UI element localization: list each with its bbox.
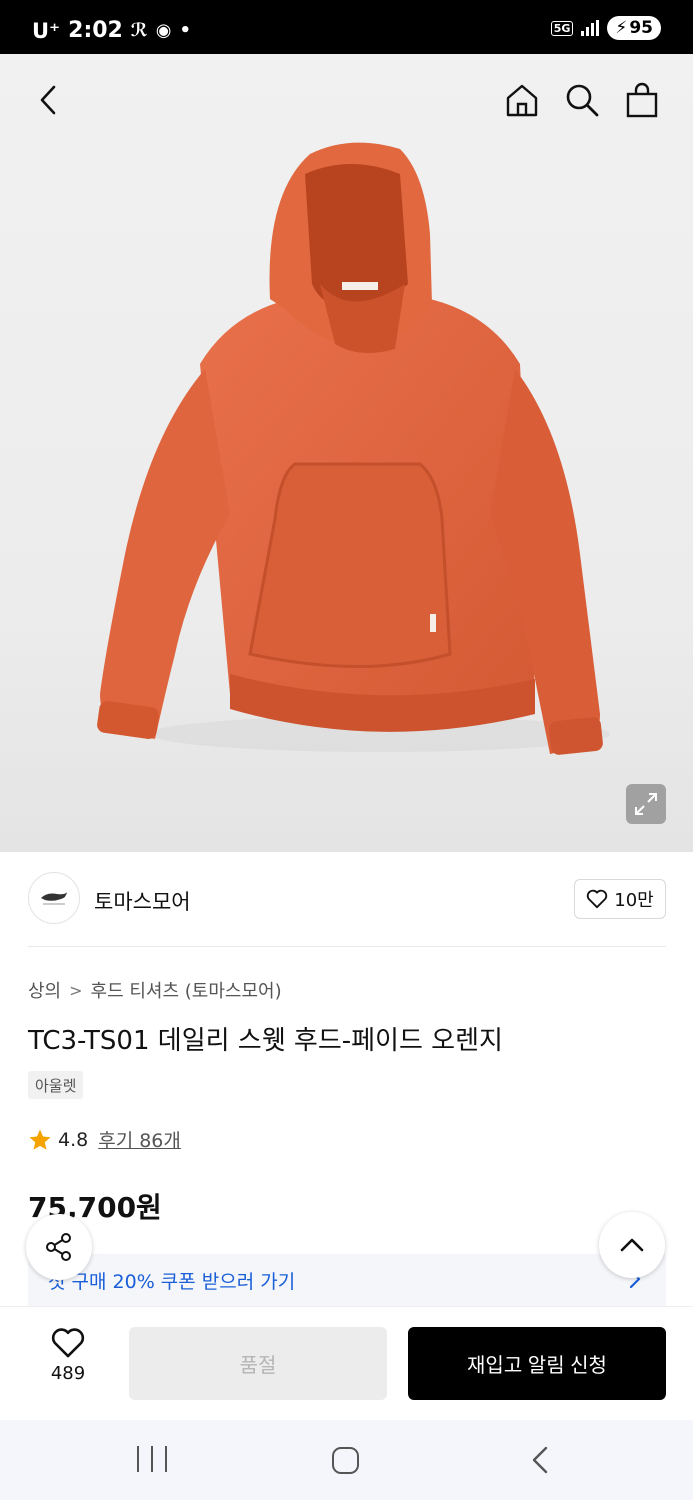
seller-row: 토마스모어 10만 [28,870,666,928]
divider [28,946,666,947]
breadcrumb-separator: > [69,980,83,1000]
search-icon [566,84,599,117]
recent-apps-button[interactable] [137,1446,167,1472]
rating-row: 4.8 후기 86개 [28,1126,181,1153]
clock: 2:02 [68,18,123,43]
rating-value: 4.8 [58,1128,89,1151]
heart-outline-icon [51,1328,85,1358]
breadcrumb-category[interactable]: 상의 [28,977,61,1003]
search-button[interactable] [560,78,604,122]
breadcrumb: 상의 > 후드 티셔츠 (토마스모어) [28,977,282,1003]
system-nav-bar [0,1420,693,1500]
coupon-banner[interactable]: 첫 구매 20% 쿠폰 받으러 가기 [28,1254,666,1306]
wishlist-button[interactable]: 489 [28,1327,108,1399]
app-notification-icon: ℛ [130,20,148,41]
carrier-label: U⁺ [32,18,61,43]
home-button[interactable] [500,78,544,122]
shopping-bag-icon [626,82,658,118]
bottom-action-bar: 489 품절 재입고 알림 신청 [0,1306,693,1420]
charging-icon: ⚡ [615,18,628,38]
top-nav [0,54,693,144]
share-icon [46,1233,71,1261]
hoodie-image [97,142,610,755]
wishlist-count: 489 [50,1363,86,1384]
bag-button[interactable] [620,78,664,122]
star-icon [29,1129,51,1150]
heart-outline-icon [587,889,608,909]
restock-alert-button[interactable]: 재입고 알림 신청 [408,1327,666,1400]
signal-icon [581,20,600,36]
back-button[interactable] [28,78,68,122]
battery-level: 95 [629,18,653,38]
scroll-top-button[interactable] [599,1212,665,1278]
product-image[interactable] [0,54,693,852]
system-back-icon[interactable] [528,1446,552,1474]
chevron-left-icon [40,85,56,115]
whale-logo-icon [41,892,67,905]
status-right: 5G ⚡ 95 [550,16,661,40]
product-title: TC3-TS01 데일리 스웻 후드-페이드 오렌지 [28,1026,503,1056]
seller-like-count: 10만 [614,890,654,911]
notification-icon: ◉ [155,20,172,41]
seller-name[interactable]: 토마스모어 [94,886,191,916]
home-icon [506,84,538,117]
chevron-up-icon [620,1238,644,1252]
seller-logo[interactable] [28,872,80,924]
expand-icon [635,793,657,815]
battery-indicator: ⚡ 95 [607,16,661,40]
breadcrumb-subcategory[interactable]: 후드 티셔츠 (토마스모어) [91,977,282,1003]
system-home-button[interactable] [332,1447,359,1474]
outlet-tag: 아울렛 [28,1071,84,1099]
review-link[interactable]: 후기 86개 [98,1126,181,1153]
more-notifications-icon: • [179,20,192,41]
share-button[interactable] [26,1214,92,1280]
seller-like-button[interactable]: 10만 [574,879,666,919]
coupon-text: 첫 구매 20% 쿠폰 받으러 가기 [48,1270,296,1293]
network-badge: 5G [550,20,574,36]
status-left: U⁺ 2:02 ℛ ◉ • [32,18,191,43]
status-bar: U⁺ 2:02 ℛ ◉ • 5G ⚡ 95 [0,0,693,54]
soldout-button: 품절 [129,1327,387,1400]
expand-image-button[interactable] [626,784,666,824]
